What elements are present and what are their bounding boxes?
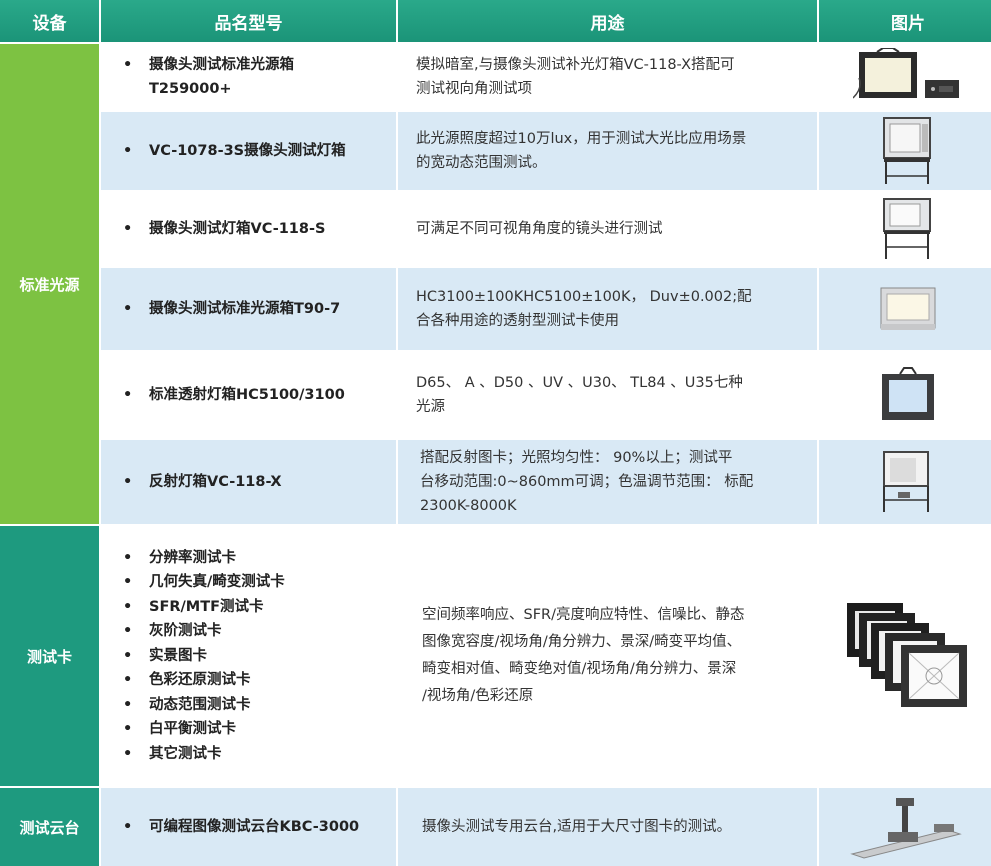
usage-cell: 可满足不同可视角角度的镜头进行测试 <box>398 192 817 266</box>
product-image-cell <box>819 788 991 866</box>
usage-cell: 摄像头测试专用云台,适用于大尺寸图卡的测试。 <box>398 788 817 866</box>
product-name-cell: 可编程图像测试云台KBC-3000 <box>101 788 396 866</box>
product-name-cell: 标准透射灯箱HC5100/3100 <box>101 352 396 438</box>
category-light-source: 标准光源 <box>0 44 99 524</box>
product-name-cell: 摄像头测试标准光源箱 T259000+ <box>101 44 396 110</box>
usage-text-line4: /视场角/色彩还原 <box>422 688 534 704</box>
product-name-cell: 摄像头测试标准光源箱T90-7 <box>101 268 396 350</box>
test-gimbal-rail-icon <box>850 798 962 859</box>
light-box-panel-icon <box>882 367 934 420</box>
list-item: 灰阶测试卡 <box>123 619 285 644</box>
list-item: 动态范围测试卡 <box>123 693 285 718</box>
product-image-cell <box>819 526 991 786</box>
usage-text: 模拟暗室,与摄像头测试补光灯箱VC-118-X搭配可 <box>416 57 735 73</box>
usage-text: 此光源照度超过10万lux，用于测试大光比应用场景 <box>416 131 747 147</box>
product-name-cell: VC-1078-3S摄像头测试灯箱 <box>101 112 396 190</box>
usage-cell: HC3100±100KHC5100±100K， Duv±0.002;配 合各种用途… <box>398 268 817 350</box>
usage-text-line3: 2300K-8000K <box>420 498 517 514</box>
product-name-line2: T259000+ <box>149 81 232 97</box>
product-name: 可编程图像测试云台KBC-3000 <box>123 815 359 839</box>
category-test-card: 测试卡 <box>0 526 99 786</box>
usage-text: HC3100±100KHC5100±100K， Duv±0.002;配 <box>416 289 752 305</box>
product-name: 摄像头测试标准光源箱 <box>149 57 294 73</box>
list-item: 色彩还原测试卡 <box>123 668 285 693</box>
usage-cell: 模拟暗室,与摄像头测试补光灯箱VC-118-X搭配可 测试视向角测试项 <box>398 44 817 110</box>
header-device: 设备 <box>0 0 99 42</box>
product-image-cell <box>819 192 991 266</box>
list-item: 白平衡测试卡 <box>123 717 285 742</box>
product-name: 摄像头测试标准光源箱T90-7 <box>123 297 340 321</box>
product-image-cell <box>819 268 991 350</box>
header-usage: 用途 <box>398 0 817 42</box>
usage-cell: 此光源照度超过10万lux，用于测试大光比应用场景 的宽动态范围测试。 <box>398 112 817 190</box>
product-name: 标准透射灯箱HC5100/3100 <box>123 383 345 407</box>
list-item: SFR/MTF测试卡 <box>123 595 285 620</box>
product-name: VC-1078-3S摄像头测试灯箱 <box>123 139 346 163</box>
test-cabinet-on-stand-icon <box>883 117 931 184</box>
usage-text-line2: 的宽动态范围测试。 <box>416 155 547 171</box>
usage-text: 搭配反射图卡；光照均匀性： 90%以上；测试平 <box>420 450 733 466</box>
product-name: 反射灯箱VC-118-X <box>123 470 282 494</box>
usage-cell: D65、 A 、D50 、UV 、U30、 TL84 、U35七种 光源 <box>398 352 817 438</box>
stacked-test-cards-icon <box>847 603 967 707</box>
product-image-cell <box>819 440 991 524</box>
product-image-cell <box>819 112 991 190</box>
test-card-list-cell: 分辨率测试卡 几何失真/畸变测试卡 SFR/MTF测试卡 灰阶测试卡 实景图卡 … <box>101 526 396 786</box>
product-table: 设备 品名型号 用途 图片 标准光源 测试卡 测试云台 摄像头测试标准光源箱 T2… <box>0 0 991 866</box>
usage-cell: 搭配反射图卡；光照均匀性： 90%以上；测试平台移动范围:0~860mm可调；色… <box>398 440 817 524</box>
usage-text-line2: 合各种用途的透射型测试卡使用 <box>416 313 619 329</box>
transmission-light-box-icon <box>880 287 936 330</box>
usage-text: 可满足不同可视角角度的镜头进行测试 <box>416 221 663 237</box>
header-image: 图片 <box>819 0 991 42</box>
product-name-cell: 摄像头测试灯箱VC-118-S <box>101 192 396 266</box>
light-box-with-controller-icon <box>853 48 959 99</box>
test-card-list: 分辨率测试卡 几何失真/畸变测试卡 SFR/MTF测试卡 灰阶测试卡 实景图卡 … <box>123 546 285 767</box>
list-item: 几何失真/畸变测试卡 <box>123 570 285 595</box>
reflective-light-box-icon <box>883 451 929 512</box>
category-gimbal: 测试云台 <box>0 788 99 866</box>
product-image-cell <box>819 44 991 110</box>
usage-text: 空间频率响应、SFR/亮度响应特性、信噪比、静态 <box>422 607 745 623</box>
usage-cell: 空间频率响应、SFR/亮度响应特性、信噪比、静态 图像宽容度/视场角/角分辨力、… <box>398 526 817 786</box>
usage-text-line3: 畸变相对值、畸变绝对值/视场角/角分辨力、景深 <box>422 661 737 677</box>
usage-text: D65、 A 、D50 、UV 、U30、 TL84 、U35七种 <box>416 375 743 391</box>
test-cabinet-on-stand-icon <box>883 198 931 259</box>
usage-text: 摄像头测试专用云台,适用于大尺寸图卡的测试。 <box>422 819 732 835</box>
product-image-cell <box>819 352 991 438</box>
list-item: 实景图卡 <box>123 644 285 669</box>
usage-text-line2: 光源 <box>416 399 445 415</box>
usage-text-line2: 测试视向角测试项 <box>416 81 532 97</box>
product-name: 摄像头测试灯箱VC-118-S <box>123 217 325 241</box>
usage-text-line2: 台移动范围:0~860mm可调；色温调节范围： 标配 <box>420 474 754 490</box>
list-item: 分辨率测试卡 <box>123 546 285 571</box>
product-name-cell: 反射灯箱VC-118-X <box>101 440 396 524</box>
header-name: 品名型号 <box>101 0 396 42</box>
list-item: 其它测试卡 <box>123 742 285 767</box>
usage-text-line2: 图像宽容度/视场角/角分辨力、景深/畸变平均值、 <box>422 634 742 650</box>
